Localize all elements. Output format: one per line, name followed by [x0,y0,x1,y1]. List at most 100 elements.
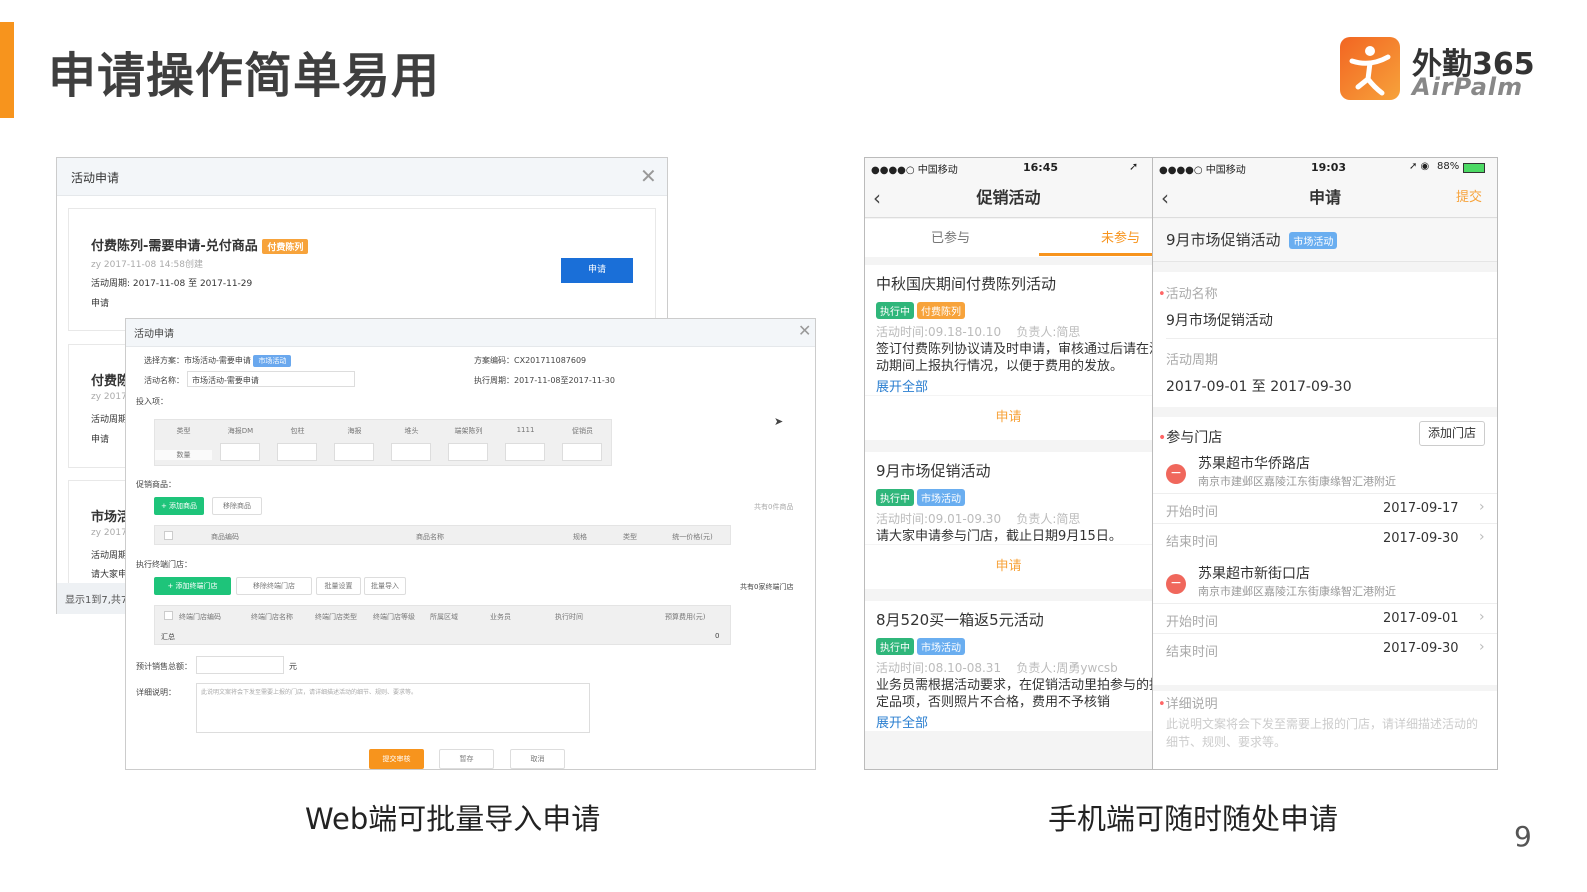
chevron-right-icon: › [1479,499,1485,515]
summary-value: 0 [715,632,720,640]
add-store-button[interactable]: + 添加终端门店 [154,577,231,595]
nav-title: 促销活动 [976,188,1041,207]
battery-icon [1463,163,1485,173]
expand-all-link[interactable]: 展开全部 [876,712,928,731]
remove-store-icon[interactable]: − [1166,464,1186,484]
mouse-cursor-icon: ➤ [774,415,784,428]
activity-owner: 负责人:简思 [1016,325,1081,339]
column-header: 海报 [347,427,362,435]
select-all-checkbox[interactable] [164,611,173,620]
expand-all-link[interactable]: 展开全部 [876,376,928,395]
detail-textarea[interactable]: 此说明文案将会下发至需要上报的门店，请详细描述活动的细节、规则、要求等。 [196,683,590,733]
end-value: 2017-09-30 [1383,531,1459,546]
start-label: 开始时间 [1166,615,1219,630]
activity-list-item[interactable]: 中秋国庆期间付费陈列活动 执行中 付费陈列 活动时间:09.18-10.10 负责… [865,265,1152,395]
status-tag: 市场活动 [917,489,965,506]
end-time-row[interactable]: 结束时间 2017-09-30 › [1153,633,1497,663]
activity-name-input[interactable]: 市场活动-需要申请 [187,371,355,387]
remove-goods-button[interactable]: 移除商品 [212,497,262,515]
chevron-right-icon: › [1479,639,1485,655]
status-tag: 付费陈列 [917,302,965,319]
apply-button[interactable]: 申请 [561,258,633,283]
quantity-input[interactable] [277,443,317,461]
column-header: 业务员 [490,613,511,621]
batch-set-button[interactable]: 批量设置 [316,577,361,595]
activity-card: 付费陈列-需要申请-兑付商品 付费陈列 zy 2017-11-08 14:58创… [68,208,656,331]
carrier: ●●●●○ 中国移动 [871,165,958,176]
sales-input[interactable] [196,656,284,674]
apply-button[interactable]: 申请 [865,545,1152,589]
dialog-header: 活动申请 ✕ [57,158,667,196]
add-store-button[interactable]: 添加门店 [1419,421,1485,446]
code-value: CX201711087609 [514,356,587,365]
submit-button[interactable]: 提交 [1456,178,1482,218]
stores-section: •参与门店 添加门店 − 苏果超市华侨路店 南京市建邺区嘉陵江东街康缘智汇港附近… [1153,417,1497,685]
chevron-right-icon: › [1479,529,1485,545]
tab-not-joined[interactable]: 未参与 [1101,227,1140,246]
column-header: 终端门店类型 [315,613,357,621]
close-icon[interactable]: ✕ [798,321,811,340]
activity-list-item[interactable]: 8月520买一箱返5元活动 执行中 市场活动 活动时间:08.10-08.31 负… [865,601,1152,731]
column-header: 类型 [623,533,637,541]
start-value: 2017-09-01 [1383,611,1459,626]
nav-bar: ‹ 促销活动 [865,178,1152,218]
activity-tag: 付费陈列 [262,239,309,254]
remove-store-button[interactable]: 移除终端门店 [236,577,312,595]
period-label: 活动周期 [91,551,128,561]
save-draft-button[interactable]: 暂存 [439,749,494,769]
start-time-row[interactable]: 开始时间 2017-09-17 › [1153,493,1497,523]
activity-description: 签订付费陈列协议请及时申请，审核通过后请在活动期间上报执行情况，以便于费用的发放… [876,342,1152,374]
goods-label: 促销商品： [136,480,176,489]
activity-tag: 市场活动 [1289,232,1338,249]
summary-label: 汇总 [161,633,175,641]
column-header: 商品名称 [416,533,444,541]
column-header: 终端门店名称 [251,613,293,621]
remove-store-icon[interactable]: − [1166,574,1186,594]
column-header: 包柱 [290,427,305,435]
column-header: 执行时间 [555,613,583,621]
quantity-input[interactable] [505,443,545,461]
quantity-input[interactable] [562,443,602,461]
goods-table: 商品编码 商品名称 规格 类型 统一价格(元) [154,525,731,545]
back-icon[interactable]: ‹ [1161,178,1169,218]
cancel-button[interactable]: 取消 [510,749,565,769]
status-tag: 执行中 [876,489,914,506]
status-tag: 市场活动 [917,638,965,655]
carrier: ●●●●○ 中国移动 [1159,165,1246,176]
detail-input[interactable]: 此说明文案将会下发至需要上报的门店，请详细描述活动的细节、规则、要求等。 [1166,715,1488,751]
column-header: 统一价格(元) [672,533,713,541]
tab-joined[interactable]: 已参与 [931,227,970,246]
phone-promotion-list: ●●●●○ 中国移动 16:45 ➚ ‹ 促销活动 已参与 未参与 中秋国庆期间… [864,157,1153,770]
input-items-table: 类型 数量 海报DM 包柱 海报 堆头 端架陈列 1111 促销员 [154,419,612,466]
slide-title: 申请操作简单易用 [48,48,441,104]
activity-list-item[interactable]: 9月市场促销活动 执行中 市场活动 活动时间:09.01-09.30 负责人:简思… [865,452,1152,544]
submit-review-button[interactable]: 提交审核 [369,749,424,769]
quantity-input[interactable] [448,443,488,461]
nav-title: 申请 [1308,188,1341,207]
period-label: 活动周期: [91,279,131,289]
apply-button[interactable]: 申请 [865,396,1152,440]
end-value: 2017-09-30 [1383,641,1459,656]
dialog-header: 活动申请 [126,319,815,347]
store-count: 共有0家终端门店 [740,583,794,591]
select-all-checkbox[interactable] [164,531,173,540]
batch-import-button[interactable]: 批量导入 [364,577,406,595]
column-header: 堆头 [404,427,419,435]
quantity-input[interactable] [391,443,431,461]
quantity-input[interactable] [334,443,374,461]
input-items-label: 投入项： [136,397,168,406]
phone-apply-form: ●●●●○ 中国移动 19:03 ➚ ◉ 88% ‹ 申请 提交 9月市场促销活… [1152,157,1498,770]
location-icon: ➚ [1129,160,1139,173]
plan-tag: 市场活动 [253,355,292,367]
quantity-input[interactable] [220,443,260,461]
column-header: 规格 [573,533,587,541]
activity-description: 业务员需根据活动要求，在促销活动里拍参与的指定品项，否则照片不合格，费用不予核销 [876,678,1152,710]
end-time-row[interactable]: 结束时间 2017-09-30 › [1153,523,1497,553]
plan-label: 选择方案： [144,356,184,365]
add-goods-button[interactable]: + 添加商品 [154,497,204,515]
start-time-row[interactable]: 开始时间 2017-09-01 › [1153,603,1497,633]
clock: 16:45 [1023,161,1059,174]
close-icon[interactable]: ✕ [640,164,657,188]
back-icon[interactable]: ‹ [873,178,881,218]
accent-bar [0,22,14,118]
